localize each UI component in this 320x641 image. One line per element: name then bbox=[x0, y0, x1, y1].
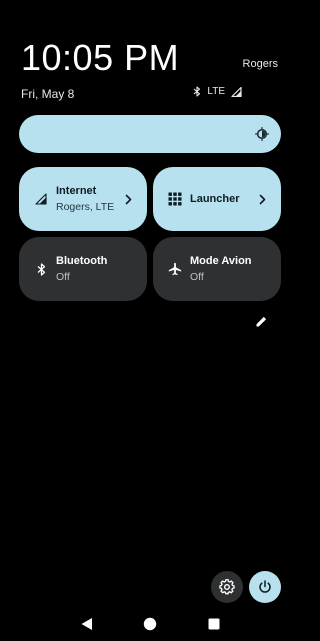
power-icon bbox=[258, 580, 272, 594]
quick-settings-panel: 10:05 PM Rogers Fri, May 8 LTE Internet … bbox=[0, 0, 288, 641]
status-icons: LTE bbox=[193, 86, 242, 97]
signal-icon bbox=[33, 191, 49, 207]
power-button[interactable] bbox=[249, 571, 281, 603]
gear-icon bbox=[219, 579, 235, 595]
tile-subtitle: Off bbox=[190, 271, 204, 283]
back-button[interactable] bbox=[78, 616, 94, 632]
tile-launcher[interactable]: Launcher bbox=[153, 167, 281, 231]
chevron-right-icon bbox=[123, 192, 133, 206]
navigation-bar bbox=[0, 604, 288, 641]
tile-internet[interactable]: Internet Rogers, LTE bbox=[19, 167, 147, 231]
chevron-right-icon bbox=[257, 192, 267, 206]
pencil-icon bbox=[255, 315, 268, 328]
brightness-slider[interactable] bbox=[19, 115, 281, 153]
date-label[interactable]: Fri, May 8 bbox=[21, 87, 74, 101]
grid-icon bbox=[167, 191, 183, 207]
settings-button[interactable] bbox=[211, 571, 243, 603]
bluetooth-icon bbox=[33, 261, 49, 277]
home-button[interactable] bbox=[142, 616, 158, 632]
recents-button[interactable] bbox=[206, 616, 222, 632]
carrier-label: Rogers bbox=[242, 58, 278, 70]
tile-title: Mode Avion bbox=[190, 255, 252, 267]
tile-title: Bluetooth bbox=[56, 255, 108, 267]
tile-subtitle: Off bbox=[56, 271, 70, 283]
tile-title: Launcher bbox=[190, 193, 240, 205]
tile-subtitle: Rogers, LTE bbox=[56, 201, 115, 213]
edit-tiles-button[interactable] bbox=[253, 313, 269, 329]
tile-airplane-mode[interactable]: Mode Avion Off bbox=[153, 237, 281, 301]
tile-title: Internet bbox=[56, 185, 97, 197]
recents-icon bbox=[208, 618, 220, 630]
airplane-icon bbox=[167, 261, 183, 277]
home-icon bbox=[143, 617, 157, 631]
network-type: LTE bbox=[207, 86, 225, 97]
bluetooth-icon bbox=[193, 86, 201, 97]
signal-icon bbox=[231, 86, 242, 97]
brightness-icon bbox=[255, 127, 269, 141]
clock[interactable]: 10:05 PM bbox=[21, 38, 179, 78]
back-icon bbox=[80, 617, 93, 631]
tile-bluetooth[interactable]: Bluetooth Off bbox=[19, 237, 147, 301]
